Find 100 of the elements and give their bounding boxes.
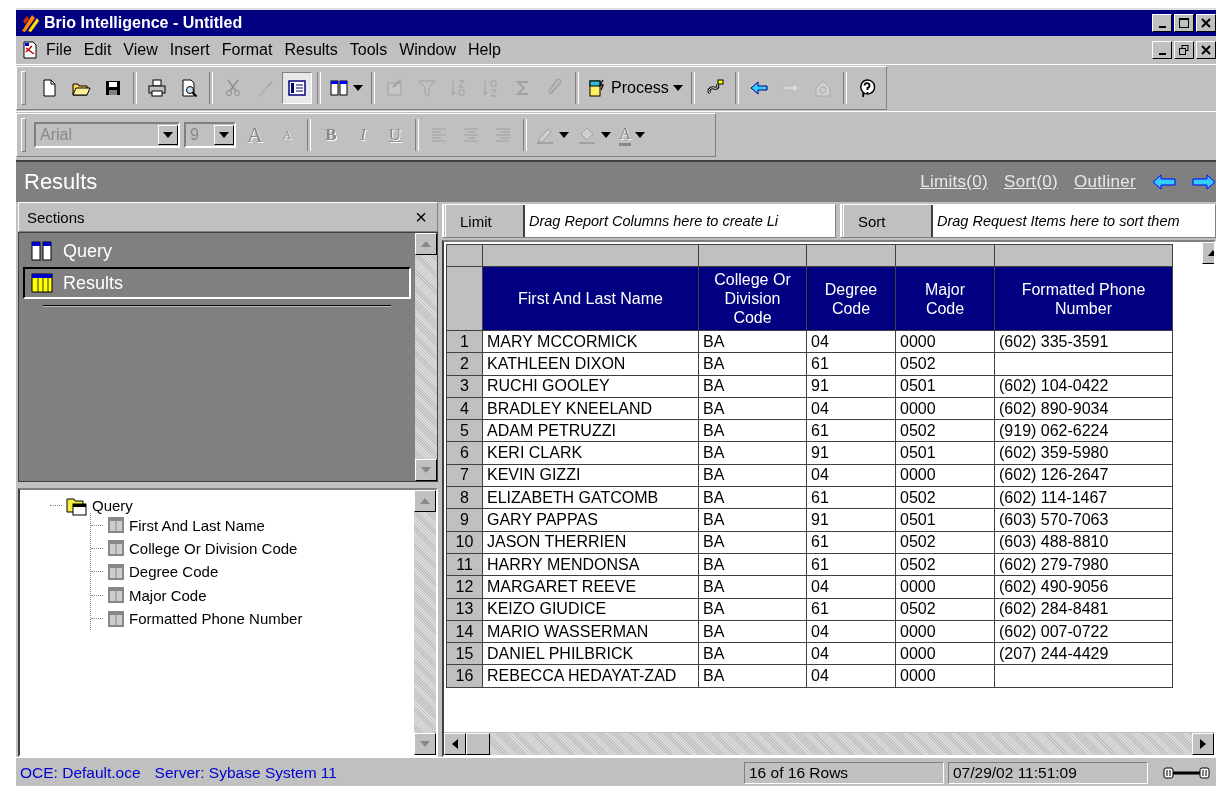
column-header[interactable]: Degree Code — [806, 266, 896, 331]
table-cell: 04 — [806, 575, 896, 599]
table-cell: 0501 — [895, 508, 995, 532]
table-cell: (602) 279-7980 — [994, 553, 1173, 576]
column-header[interactable]: Major Code — [895, 266, 995, 331]
outline-item[interactable]: First And Last Name — [129, 516, 265, 534]
table-cell: 61 — [806, 419, 896, 442]
table-cell: BRADLEY KNEELAND — [482, 397, 699, 420]
timestamp: 07/29/02 11:51:09 — [948, 762, 1148, 784]
table-cell: (602) 359-5980 — [994, 442, 1173, 465]
table-cell: 0000 — [895, 397, 995, 420]
menu-item[interactable]: Results — [278, 41, 344, 59]
row-number: 5 — [446, 419, 483, 442]
toolbar-button[interactable]: Process — [584, 72, 686, 104]
table-cell: 04 — [806, 620, 896, 643]
menu-item[interactable]: Tools — [343, 41, 394, 59]
section-item[interactable]: Results — [23, 267, 411, 299]
row-number: 9 — [446, 508, 483, 532]
column-header[interactable]: First And Last Name — [482, 266, 699, 331]
table-cell: MARIO WASSERMAN — [482, 620, 699, 643]
menu-item[interactable]: File — [40, 41, 78, 59]
table-cell: 91 — [806, 508, 896, 532]
table-cell: BA — [698, 508, 807, 532]
outline-item[interactable]: Query — [92, 497, 133, 515]
table-cell: 0502 — [895, 352, 995, 376]
table-cell: ADAM PETRUZZI — [482, 419, 699, 442]
row-count: 16 of 16 Rows — [744, 762, 944, 784]
table-cell: MARGARET REEVE — [482, 575, 699, 599]
table-cell: 0502 — [895, 598, 995, 621]
outline-item[interactable]: Degree Code — [129, 563, 219, 581]
table-cell: BA — [698, 352, 807, 376]
menu-item[interactable]: Format — [215, 41, 279, 59]
table-cell: 04 — [806, 464, 896, 487]
table-cell: (602) 284-8481 — [994, 598, 1173, 621]
outline-item[interactable]: College Or Division Code — [129, 539, 298, 557]
row-number: 11 — [446, 553, 483, 576]
row-number: 15 — [446, 642, 483, 665]
outline-item[interactable]: Major Code — [129, 586, 207, 604]
table-cell: KEIZO GIUDICE — [482, 598, 699, 621]
table-cell: (603) 488-8810 — [994, 531, 1173, 554]
status-text: Server: Sybase System 11 — [154, 764, 337, 782]
table-cell: 91 — [806, 442, 896, 465]
table-cell: KERI CLARK — [482, 442, 699, 465]
table-cell: (602) 490-9056 — [994, 575, 1173, 599]
table-cell: BA — [698, 620, 807, 643]
table-cell: BA — [698, 375, 807, 398]
section-item[interactable]: Query — [23, 235, 411, 267]
row-number: 2 — [446, 352, 483, 376]
menu-item[interactable]: Help — [462, 41, 507, 59]
table-cell: BA — [698, 664, 807, 688]
table-cell: 0000 — [895, 664, 995, 688]
table-cell: (602) 126-2647 — [994, 464, 1173, 487]
table-cell: 0000 — [895, 620, 995, 643]
table-cell: BA — [698, 575, 807, 599]
column-header[interactable]: College Or Division Code — [698, 266, 807, 331]
table-cell: ELIZABETH GATCOMB — [482, 486, 699, 509]
table-cell: 0502 — [895, 553, 995, 576]
table-cell: DANIEL PHILBRICK — [482, 642, 699, 665]
table-cell: 0502 — [895, 419, 995, 442]
menu-item[interactable]: Insert — [163, 41, 216, 59]
sort-drop-field[interactable]: Drag Request Items here to sort them — [931, 205, 1215, 237]
outline-item[interactable]: Formatted Phone Number — [129, 610, 303, 628]
table-cell: 04 — [806, 642, 896, 665]
row-number: 1 — [446, 330, 483, 353]
menu-item[interactable]: View — [117, 41, 164, 59]
close-button[interactable]: × — [415, 205, 427, 229]
table-cell: 0000 — [895, 575, 995, 599]
table-cell: (602) 335-3591 — [994, 330, 1173, 353]
row-number: 10 — [446, 531, 483, 554]
row-number: 14 — [446, 620, 483, 643]
limit-drop-field[interactable]: Drag Report Columns here to create Li — [523, 205, 835, 237]
table-cell: BA — [698, 442, 807, 465]
table-cell: (602) 104-0422 — [994, 375, 1173, 398]
menu-item[interactable]: Window — [393, 41, 463, 59]
table-cell: (207) 244-4429 — [994, 642, 1173, 665]
table-cell: 0502 — [895, 486, 995, 509]
row-number: 12 — [446, 575, 483, 599]
table-cell: BA — [698, 464, 807, 487]
table-cell: BA — [698, 598, 807, 621]
row-number: 4 — [446, 397, 483, 420]
table-cell: GARY PAPPAS — [482, 508, 699, 532]
table-cell: 61 — [806, 531, 896, 554]
table-cell: 91 — [806, 375, 896, 398]
table-cell: 04 — [806, 397, 896, 420]
column-header[interactable]: Formatted Phone Number — [994, 266, 1173, 331]
window-title: Brio Intelligence - Untitled — [44, 14, 243, 32]
table-cell: 0501 — [895, 442, 995, 465]
menu-item[interactable]: Edit — [77, 41, 118, 59]
section-title: Results — [24, 169, 98, 195]
table-cell: KEVIN GIZZI — [482, 464, 699, 487]
table-cell: (919) 062-6224 — [994, 419, 1173, 442]
table-cell: 0501 — [895, 375, 995, 398]
table-cell: BA — [698, 419, 807, 442]
table-cell: RUCHI GOOLEY — [482, 375, 699, 398]
table-cell: 0000 — [895, 642, 995, 665]
table-cell: 61 — [806, 486, 896, 509]
table-cell: BA — [698, 330, 807, 353]
table-cell: 61 — [806, 598, 896, 621]
table-cell: 61 — [806, 352, 896, 376]
row-number: 16 — [446, 664, 483, 688]
